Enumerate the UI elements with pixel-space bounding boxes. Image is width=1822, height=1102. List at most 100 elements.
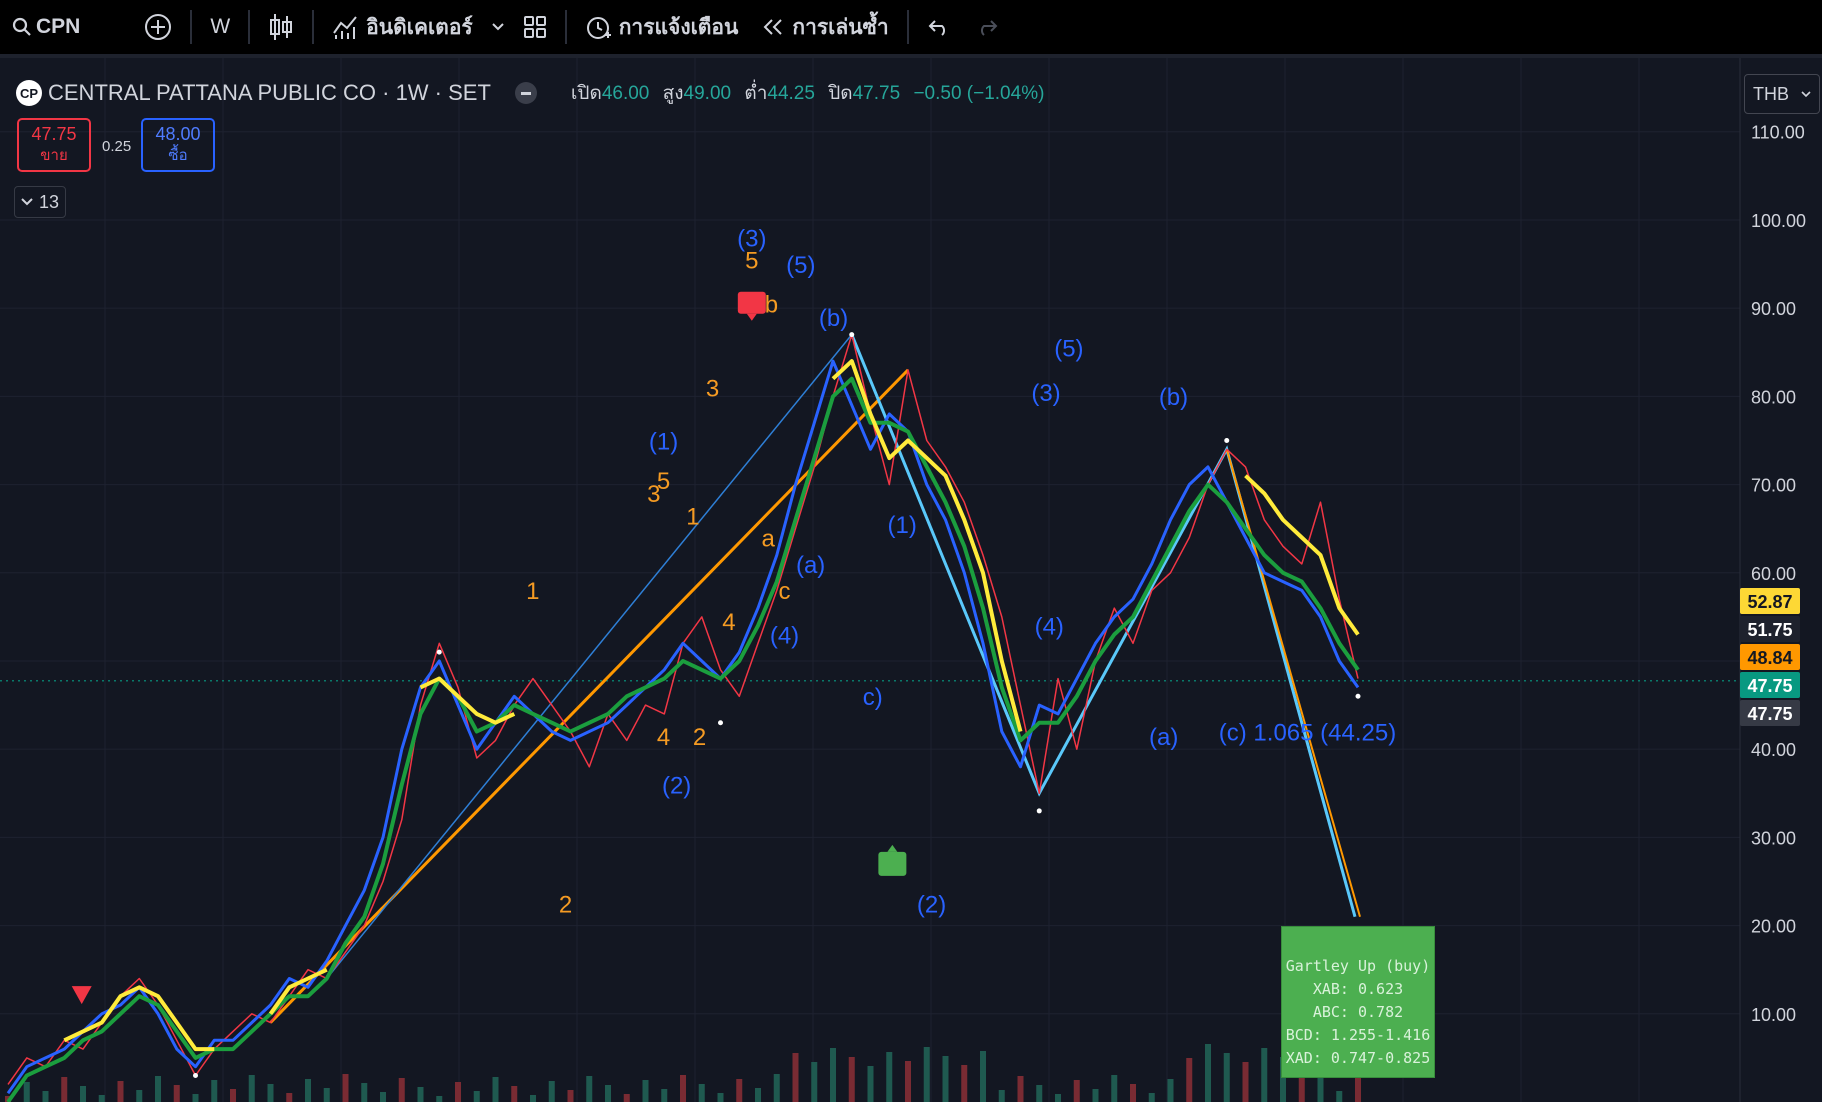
replay-label: การเล่นซ้ำ xyxy=(792,15,889,39)
pivot-point xyxy=(1036,808,1042,814)
volume-bar xyxy=(23,1082,30,1102)
sell-price: 47.75 xyxy=(31,124,77,144)
divider xyxy=(190,10,193,44)
undo-button[interactable] xyxy=(915,0,963,56)
y-tick-label: 10.00 xyxy=(1751,1005,1796,1025)
high-value: 49.00 xyxy=(683,83,732,104)
y-tick-label: 20.00 xyxy=(1751,917,1796,937)
currency-select[interactable]: THB xyxy=(1744,74,1820,114)
indicators-button[interactable]: อินดิเคเตอร์ xyxy=(320,0,485,56)
price-tag: 52.87 xyxy=(1740,588,1800,614)
indicators-dropdown[interactable] xyxy=(485,0,511,56)
volume-bar xyxy=(1167,1079,1174,1102)
volume-bar xyxy=(1036,1085,1043,1102)
wave-label: (5) xyxy=(1054,336,1083,363)
wave-label: 4 xyxy=(722,609,735,636)
chart-area[interactable]: (3) 5 (5) b (b) 3 (1) 5 3 1 a (a) c (4) 1 4 4 2 (2) 2 (1) c)(… xyxy=(0,58,1822,1102)
volume-bar xyxy=(1223,1053,1230,1102)
volume-bar xyxy=(380,1092,386,1102)
hide-icon[interactable] xyxy=(514,82,537,104)
volume-bar xyxy=(661,1089,668,1102)
wave-label: (c) 1.065 (44.25) xyxy=(1219,719,1396,746)
low-label: ต่ำ xyxy=(744,83,768,104)
replay-button[interactable]: การเล่นซ้ำ xyxy=(750,0,900,56)
volume-bar xyxy=(211,1080,218,1102)
volume-bar xyxy=(473,1091,480,1102)
wave-label: (2) xyxy=(917,891,946,918)
volume-bar xyxy=(773,1074,780,1102)
price-tag-label: 47.75 xyxy=(1747,676,1792,696)
series-line xyxy=(7,333,1359,1085)
pattern-line: ABC: 0.782 xyxy=(1312,1003,1404,1021)
volume-bar xyxy=(961,1065,968,1102)
open-value: 46.00 xyxy=(601,83,650,104)
volume-bar xyxy=(811,1062,818,1102)
y-tick-label: 60.00 xyxy=(1751,564,1796,584)
volume-bar xyxy=(942,1056,949,1102)
currency-value: THB xyxy=(1753,83,1789,104)
volume-bar xyxy=(323,1088,330,1102)
pivot-point xyxy=(193,1073,198,1079)
volume-bar xyxy=(605,1085,611,1102)
alerts-button[interactable]: การแจ้งเตือน xyxy=(573,0,751,56)
price-tag-label: 52.87 xyxy=(1747,592,1792,612)
volume-bar xyxy=(80,1086,86,1102)
volume-bar xyxy=(792,1053,799,1102)
y-tick-label: 80.00 xyxy=(1751,387,1796,407)
indicator-count: 13 xyxy=(38,191,60,212)
trend-line xyxy=(326,334,853,979)
volume-bar xyxy=(98,1095,105,1102)
volume-bar xyxy=(1017,1076,1024,1102)
volume-bar xyxy=(42,1091,49,1102)
y-tick-label: 90.00 xyxy=(1751,299,1796,319)
symbol-search[interactable]: CPN xyxy=(0,0,92,56)
volume-bar xyxy=(830,1048,836,1102)
wave-label: (1) xyxy=(888,512,917,539)
redo-icon xyxy=(980,20,998,36)
volume-bar xyxy=(1111,1075,1118,1102)
volume-bar xyxy=(1148,1093,1155,1102)
chevron-down-icon xyxy=(492,23,504,31)
volume-bar xyxy=(492,1077,499,1102)
chart-type-button[interactable] xyxy=(256,0,306,56)
volume-bar xyxy=(886,1052,893,1102)
wave-label: (4) xyxy=(770,622,799,649)
pattern-line xyxy=(850,334,1357,918)
symbol-legend: CP CENTRAL PATTANA PUBLIC CO · 1W · SET … xyxy=(16,78,1052,108)
wave-label: (b) xyxy=(1159,384,1188,411)
wave-label: 1 xyxy=(686,503,699,530)
sell-signal-marker xyxy=(71,986,92,1005)
volume-bar xyxy=(848,1057,855,1102)
price-chart[interactable]: (3)5 (5)b (b)3(1)531a(a)c(4)144 2(2)2(1)c)(… xyxy=(0,58,1822,1102)
alerts-label: การแจ้งเตือน xyxy=(618,15,739,39)
company-logo: CP xyxy=(16,80,42,106)
chevron-down-icon xyxy=(1801,90,1811,97)
pivot-point xyxy=(436,649,442,655)
symbol-title[interactable]: CENTRAL PATTANA PUBLIC CO · 1W · SET xyxy=(48,80,491,106)
interval-button[interactable]: W xyxy=(198,0,242,56)
templates-button[interactable] xyxy=(511,0,559,56)
volume-bar xyxy=(1055,1094,1061,1102)
buy-button[interactable]: 48.00 ซื้อ xyxy=(141,118,215,172)
volume-bar xyxy=(61,1077,68,1102)
grid-icon xyxy=(523,16,546,38)
volume-bar xyxy=(680,1075,686,1102)
volume-bar xyxy=(286,1093,293,1102)
sell-button[interactable]: 47.75 ขาย xyxy=(17,118,91,172)
pivot-point xyxy=(849,332,855,338)
indicators-collapse-button[interactable]: 13 xyxy=(14,186,66,218)
volume-bar xyxy=(342,1074,349,1102)
redo-button[interactable] xyxy=(963,0,1011,56)
divider xyxy=(248,10,251,44)
compare-button[interactable] xyxy=(132,0,184,56)
volume-bar xyxy=(717,1093,724,1102)
volume-bar xyxy=(867,1066,874,1102)
high-label: สูง xyxy=(662,83,684,104)
price-tag-label: 51.75 xyxy=(1747,620,1792,640)
volume-bar xyxy=(248,1075,255,1102)
pattern-line: Gartley Up (buy) xyxy=(1285,957,1431,975)
hh-label-pointer xyxy=(746,313,757,321)
volume-bar xyxy=(192,1094,199,1102)
hl-label-pointer xyxy=(887,844,898,852)
wave-label: 4 xyxy=(657,724,670,751)
